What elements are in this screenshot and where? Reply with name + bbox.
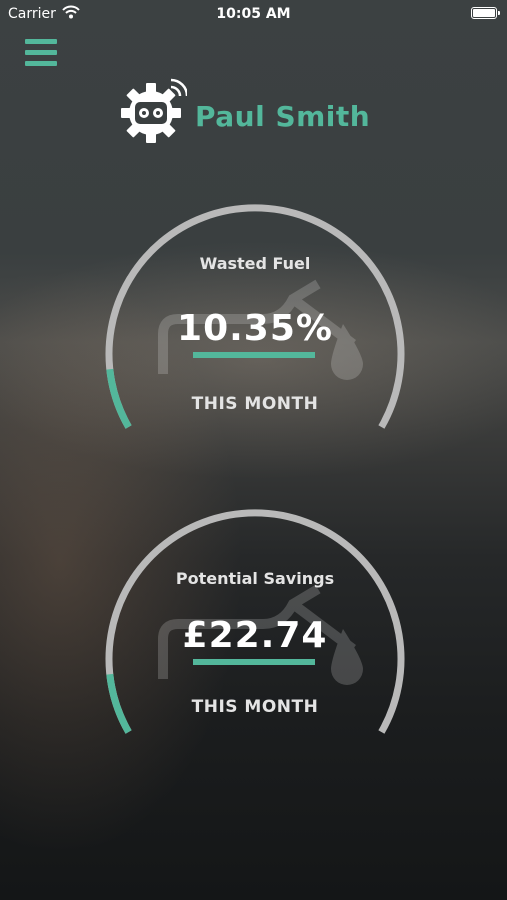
user-name: Paul Smith <box>195 100 371 133</box>
gauge-value-underline <box>193 659 315 665</box>
gear-robot-wifi-icon <box>121 77 189 143</box>
gauge-label: Wasted Fuel <box>199 254 311 273</box>
status-bar: Carrier 10:05 AM <box>0 0 507 28</box>
gauge-value: 10.35% <box>177 308 333 349</box>
status-time: 10:05 AM <box>216 6 291 22</box>
potential-savings-gauge: Potential Savings £22.74 THIS MONTH <box>103 507 407 737</box>
battery-icon <box>471 7 500 19</box>
gauge-value: £22.74 <box>182 615 328 656</box>
gauge-value-underline <box>193 352 315 358</box>
gauge-period: THIS MONTH <box>191 394 319 414</box>
gauge-label: Potential Savings <box>175 569 335 588</box>
wasted-fuel-gauge: Wasted Fuel 10.35% THIS MONTH <box>103 202 407 432</box>
hamburger-icon[interactable] <box>25 39 57 66</box>
gauge-period: THIS MONTH <box>191 697 319 717</box>
